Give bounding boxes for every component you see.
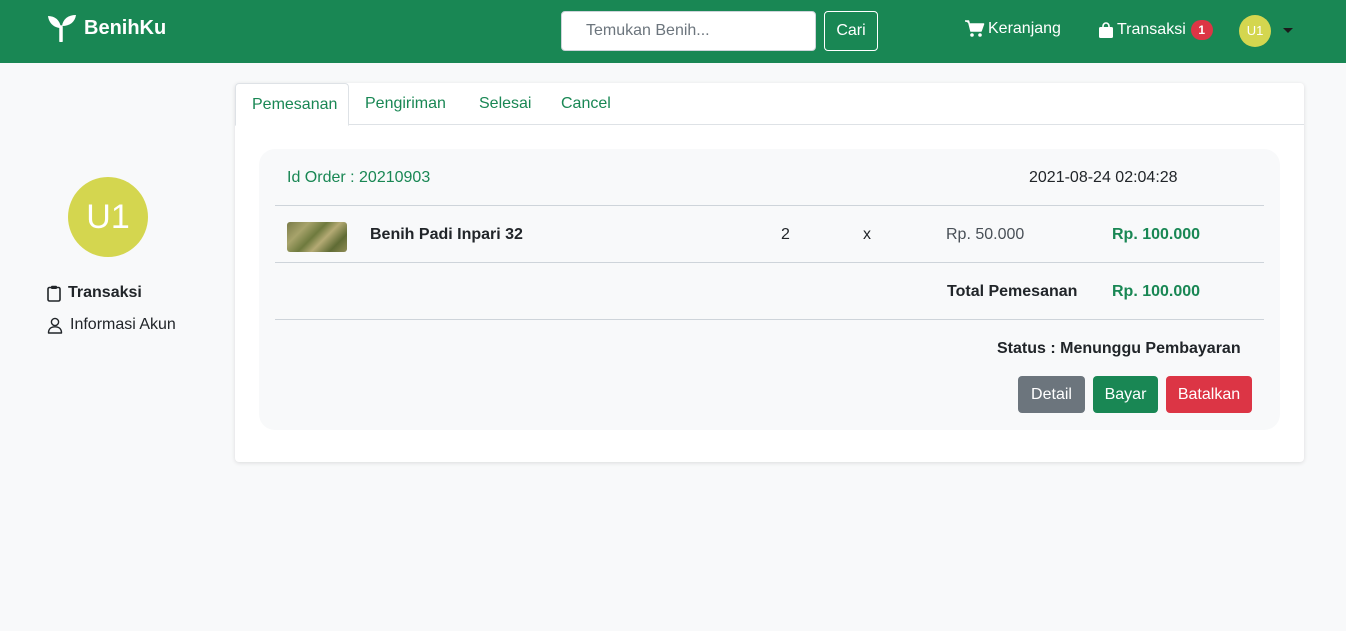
transaction-tabs: Pemesanan Pengiriman Selesai Cancel (235, 83, 1304, 126)
order-id: Id Order : 20210903 (287, 169, 431, 186)
transaction-card: Pemesanan Pengiriman Selesai Cancel Id O… (235, 83, 1304, 462)
cancel-order-button[interactable]: Batalkan (1166, 376, 1252, 413)
cart-icon (965, 20, 985, 37)
top-navbar: BenihKu Cari Keranjang Transaksi 1 U1 (0, 0, 1346, 63)
product-thumbnail (287, 222, 347, 252)
sidebar-item-label: Informasi Akun (70, 316, 176, 333)
clipboard-icon (47, 285, 61, 302)
profile-avatar: U1 (68, 177, 148, 257)
pay-button[interactable]: Bayar (1093, 376, 1158, 413)
nav-cart-link[interactable]: Keranjang (965, 20, 1061, 38)
total-value: Rp. 100.000 (1112, 283, 1201, 300)
sidebar-item-informasi-akun[interactable]: Informasi Akun (47, 316, 176, 334)
transaction-count-badge: 1 (1190, 20, 1213, 40)
search-input[interactable] (561, 11, 816, 51)
product-quantity: 2 (781, 226, 790, 243)
tab-pengiriman[interactable]: Pengiriman (349, 83, 462, 125)
total-label: Total Pemesanan (947, 283, 1078, 300)
divider (275, 262, 1264, 263)
times-sign: x (863, 226, 871, 243)
tab-selesai[interactable]: Selesai (463, 83, 547, 125)
sprout-icon (48, 15, 76, 42)
search-button[interactable]: Cari (824, 11, 878, 51)
divider (275, 205, 1264, 206)
sidebar-item-label: Transaksi (68, 284, 142, 301)
brand-name: BenihKu (84, 16, 167, 39)
user-avatar[interactable]: U1 (1239, 15, 1271, 47)
order-panel: Id Order : 20210903 2021-08-24 02:04:28 … (259, 149, 1280, 430)
sidebar-item-transaksi[interactable]: Transaksi (47, 284, 142, 302)
divider (275, 319, 1264, 320)
brand-logo-link[interactable]: BenihKu (46, 14, 166, 42)
tab-cancel[interactable]: Cancel (545, 83, 627, 125)
order-date: 2021-08-24 02:04:28 (1029, 169, 1178, 186)
product-subtotal: Rp. 100.000 (1112, 226, 1201, 243)
shopping-bag-icon (1099, 21, 1113, 38)
nav-transaction-link[interactable]: Transaksi 1 (1098, 20, 1213, 40)
product-name: Benih Padi Inpari 32 (370, 226, 523, 243)
nav-transaction-label: Transaksi (1117, 21, 1186, 38)
user-icon (47, 317, 63, 334)
detail-button[interactable]: Detail (1018, 376, 1085, 413)
order-status: Status : Menunggu Pembayaran (997, 340, 1241, 357)
nav-cart-label: Keranjang (988, 20, 1061, 37)
tab-pemesanan[interactable]: Pemesanan (235, 83, 349, 126)
product-unit-price: Rp. 50.000 (946, 226, 1025, 243)
chevron-down-icon[interactable] (1283, 28, 1293, 33)
